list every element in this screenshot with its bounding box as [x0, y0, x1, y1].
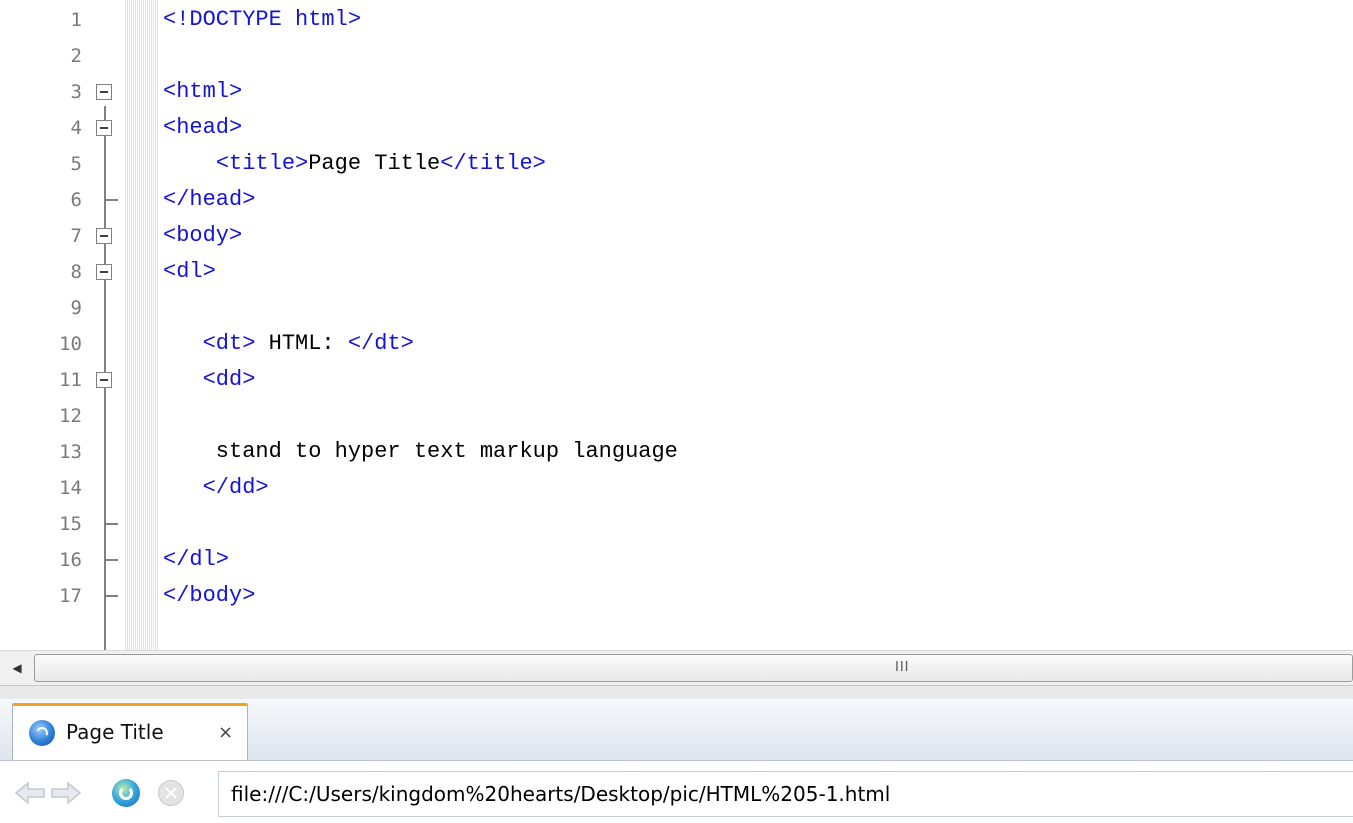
- refresh-icon: [112, 779, 140, 807]
- tab-page-title[interactable]: Page Title ×: [12, 703, 248, 760]
- code-line: 10 <dt> HTML: </dt>: [0, 326, 1353, 362]
- code-tag: </head>: [163, 187, 256, 212]
- stop-button[interactable]: [155, 779, 187, 807]
- code-content: [163, 151, 216, 176]
- line-number: 7: [70, 225, 82, 247]
- code-text: </dd>: [163, 470, 269, 506]
- code-text: </dl>: [163, 542, 229, 578]
- fold-toggle-icon[interactable]: [96, 84, 112, 100]
- scrollbar-thumb[interactable]: III: [34, 654, 1353, 682]
- line-number: 13: [59, 441, 82, 463]
- code-tag: <title>: [215, 151, 309, 176]
- line-number: 3: [70, 81, 82, 103]
- code-line: 16 </dl>: [0, 542, 1353, 578]
- code-text: <dd>: [163, 362, 256, 398]
- code-content: [163, 367, 203, 392]
- forward-arrow-icon: [51, 782, 81, 804]
- tab-label: Page Title: [66, 720, 164, 744]
- browser-nav-bar: file:///C:/Users/kingdom%20hearts/Deskto…: [0, 761, 1353, 823]
- code-tag: </dl>: [163, 547, 230, 572]
- code-tag: <dt>: [202, 331, 256, 356]
- line-number: 14: [59, 477, 82, 499]
- back-arrow-icon: [15, 782, 45, 804]
- line-number: 1: [70, 9, 82, 31]
- code-text: </body>: [163, 578, 255, 614]
- fold-toggle-icon[interactable]: [96, 264, 112, 280]
- fold-toggle-icon[interactable]: [96, 372, 112, 388]
- code-content: HTML:: [255, 331, 348, 356]
- code-text: <html>: [163, 74, 242, 110]
- line-number: 6: [70, 189, 82, 211]
- close-icon[interactable]: ×: [218, 722, 233, 743]
- code-line: 15: [0, 506, 1353, 542]
- code-line: 1 <!DOCTYPE html>: [0, 2, 1353, 38]
- code-content: Page Title: [308, 151, 441, 176]
- code-line: 2: [0, 38, 1353, 74]
- code-text: <body>: [163, 218, 242, 254]
- code-tag: <head>: [163, 115, 243, 140]
- refresh-button[interactable]: [110, 779, 142, 807]
- code-line: 3 <html>: [0, 74, 1353, 110]
- code-line: 4 <head>: [0, 110, 1353, 146]
- code-text: stand to hyper text markup language: [163, 434, 678, 470]
- code-text: <dt> HTML: </dt>: [163, 326, 414, 362]
- code-tag: <body>: [163, 223, 243, 248]
- code-line: 12: [0, 398, 1353, 434]
- horizontal-scrollbar[interactable]: ◀ III: [0, 650, 1353, 685]
- line-number: 4: [70, 117, 82, 139]
- code-line: 8 <dl>: [0, 254, 1353, 290]
- code-text: <head>: [163, 110, 242, 146]
- line-number: 15: [59, 513, 82, 535]
- line-number: 10: [59, 333, 82, 355]
- browser-globe-icon: [29, 720, 55, 746]
- code-line: 6 </head>: [0, 182, 1353, 218]
- code-content: [163, 475, 203, 500]
- stop-icon: [158, 780, 184, 806]
- code-text: <title>Page Title</title>: [163, 146, 546, 182]
- fold-end-marker: [104, 199, 118, 201]
- line-number: 5: [70, 153, 82, 175]
- code-text: <dl>: [163, 254, 216, 290]
- code-editor[interactable]: 1 <!DOCTYPE html> 2 3 <html> 4 <head> 5 <title>…: [0, 0, 1353, 650]
- code-line: 17 </body>: [0, 578, 1353, 614]
- line-number: 17: [59, 585, 82, 607]
- fold-end-marker: [104, 595, 118, 597]
- code-line: 5 <title>Page Title</title>: [0, 146, 1353, 182]
- url-text: file:///C:/Users/kingdom%20hearts/Deskto…: [231, 782, 891, 806]
- scrollbar-grip: III: [895, 660, 910, 675]
- line-number: 8: [70, 261, 82, 283]
- code-content: [163, 331, 203, 356]
- fold-end-marker: [104, 523, 118, 525]
- line-number: 16: [59, 549, 82, 571]
- code-line: 14 </dd>: [0, 470, 1353, 506]
- forward-button[interactable]: [50, 779, 82, 807]
- fold-end-marker: [104, 559, 118, 561]
- code-line: 9: [0, 290, 1353, 326]
- line-number: 11: [59, 369, 82, 391]
- scroll-left-arrow-icon[interactable]: ◀: [5, 656, 29, 680]
- code-tag: </title>: [440, 151, 546, 176]
- preview-tab-bar: Page Title ×: [0, 699, 1353, 761]
- code-line: 11 <dd>: [0, 362, 1353, 398]
- code-tag: <html>: [163, 79, 243, 104]
- code-content: stand to hyper text markup language: [163, 439, 678, 464]
- panel-splitter[interactable]: [0, 685, 1353, 699]
- code-line: 13 stand to hyper text markup language: [0, 434, 1353, 470]
- fold-toggle-icon[interactable]: [96, 228, 112, 244]
- back-button[interactable]: [14, 779, 46, 807]
- code-text: </head>: [163, 182, 255, 218]
- line-number: 12: [59, 405, 82, 427]
- code-tag: </body>: [163, 583, 256, 608]
- code-tag: </dt>: [347, 331, 414, 356]
- address-bar[interactable]: file:///C:/Users/kingdom%20hearts/Deskto…: [218, 771, 1353, 817]
- fold-toggle-icon[interactable]: [96, 120, 112, 136]
- code-tag: <!DOCTYPE html>: [163, 7, 362, 32]
- code-line: 7 <body>: [0, 218, 1353, 254]
- line-number: 2: [70, 45, 82, 67]
- code-tag: </dd>: [202, 475, 269, 500]
- code-tag: <dl>: [163, 259, 216, 284]
- code-tag: <dd>: [202, 367, 256, 392]
- code-text: <!DOCTYPE html>: [163, 2, 361, 38]
- line-number: 9: [70, 297, 82, 319]
